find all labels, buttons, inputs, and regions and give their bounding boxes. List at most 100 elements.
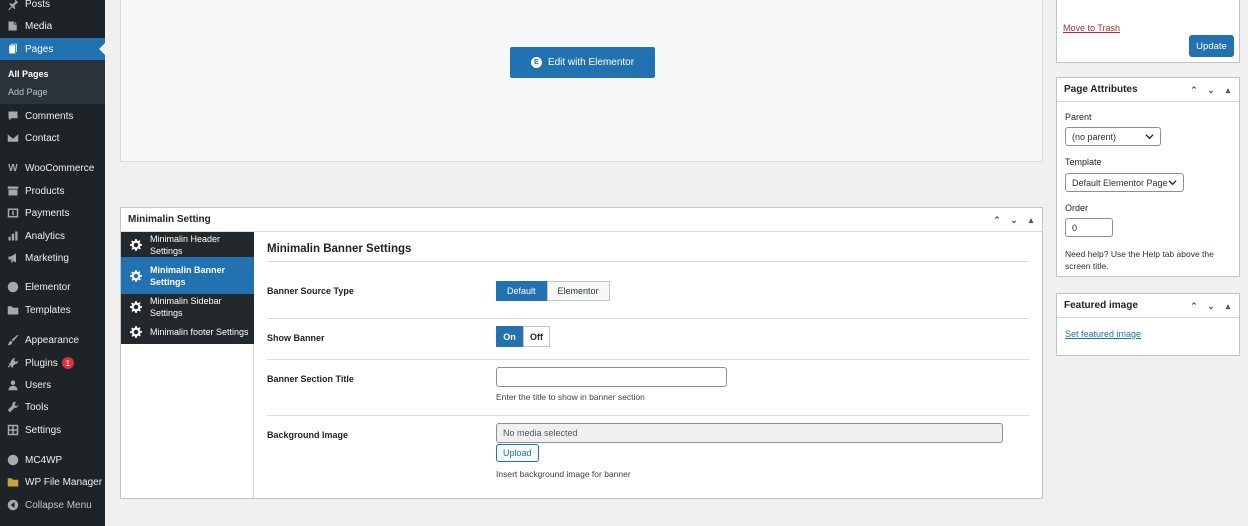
sidebar-item-elementor[interactable]: Elementor bbox=[0, 276, 105, 298]
users-icon bbox=[6, 378, 20, 392]
show-banner-on-button[interactable]: On bbox=[496, 326, 523, 347]
sidebar-item-appearance[interactable]: Appearance bbox=[0, 329, 105, 351]
background-image-description: Insert background image for banner bbox=[496, 469, 631, 479]
plugins-update-badge: 1 bbox=[61, 357, 74, 369]
editor-canvas: E Edit with Elementor bbox=[120, 0, 1043, 162]
sidebar-item-analytics[interactable]: Analytics bbox=[0, 225, 105, 247]
divider bbox=[267, 318, 1029, 319]
parent-select[interactable]: (no parent) bbox=[1065, 127, 1161, 146]
featured-image-title: Featured image bbox=[1064, 300, 1138, 311]
collapse-toggle-icon[interactable]: ▴ bbox=[1026, 215, 1036, 226]
chevron-down-icon bbox=[1145, 134, 1154, 140]
settings-icon bbox=[6, 423, 20, 437]
banner-source-toggle: Default Elementor bbox=[496, 281, 610, 301]
collapse-toggle-icon[interactable]: ▴ bbox=[1223, 301, 1233, 312]
gear-icon bbox=[130, 269, 142, 282]
tab-footer-settings[interactable]: Minimalin footer Settings bbox=[121, 319, 254, 344]
template-select[interactable]: Default Elementor Page bbox=[1065, 173, 1184, 192]
show-banner-off-button[interactable]: Off bbox=[523, 326, 550, 347]
move-down-icon[interactable]: ⌄ bbox=[1206, 85, 1216, 96]
file-manager-icon bbox=[6, 475, 20, 489]
tab-header-settings[interactable]: Minimalin Header Settings bbox=[121, 232, 254, 257]
edit-with-elementor-button[interactable]: E Edit with Elementor bbox=[510, 47, 655, 78]
gear-icon bbox=[130, 300, 142, 313]
collapse-toggle-icon[interactable]: ▴ bbox=[1223, 85, 1233, 96]
set-featured-image-link[interactable]: Set featured image bbox=[1065, 329, 1141, 339]
page-attributes-title: Page Attributes bbox=[1064, 84, 1138, 95]
divider bbox=[267, 359, 1029, 360]
publish-metabox: Move to Trash Update bbox=[1056, 0, 1240, 63]
megaphone-icon bbox=[6, 251, 20, 265]
tab-sidebar-settings[interactable]: Minimalin Sidebar Settings bbox=[121, 294, 254, 319]
sidebar-item-users[interactable]: Users bbox=[0, 374, 105, 396]
template-label: Template bbox=[1065, 157, 1102, 167]
collapse-icon bbox=[6, 498, 20, 512]
move-up-icon[interactable]: ⌃ bbox=[1189, 85, 1199, 96]
sidebar-item-contact[interactable]: Contact bbox=[0, 127, 105, 149]
pin-icon bbox=[6, 0, 20, 11]
page-attributes-header: Page Attributes ⌃ ⌄ ▴ bbox=[1057, 78, 1239, 102]
move-down-icon[interactable]: ⌄ bbox=[1206, 301, 1216, 312]
sidebar-item-products[interactable]: Products bbox=[0, 180, 105, 202]
mail-icon bbox=[6, 131, 20, 145]
tab-banner-settings[interactable]: Minimalin Banner Settings bbox=[121, 257, 254, 294]
media-icon bbox=[6, 19, 20, 33]
show-banner-label: Show Banner bbox=[267, 333, 325, 343]
submenu-add-page[interactable]: Add Page bbox=[8, 87, 48, 97]
featured-image-metabox: Featured image ⌃ ⌄ ▴ Set featured image bbox=[1056, 293, 1240, 356]
sidebar-item-pages[interactable]: Pages bbox=[0, 38, 105, 60]
gear-icon bbox=[130, 238, 142, 251]
sidebar-collapse-menu[interactable]: Collapse Menu bbox=[0, 494, 105, 516]
analytics-icon bbox=[6, 229, 20, 243]
submenu-all-pages[interactable]: All Pages bbox=[8, 69, 49, 79]
sidebar-item-wp-file-manager[interactable]: WP File Manager bbox=[0, 471, 105, 493]
minimalin-setting-metabox: Minimalin Setting ⌃ ⌄ ▴ Minimalin Header… bbox=[120, 207, 1043, 499]
sidebar-item-comments[interactable]: Comments bbox=[0, 105, 105, 127]
upload-button[interactable]: Upload bbox=[496, 444, 539, 462]
payments-icon bbox=[6, 206, 20, 220]
show-banner-switch: On Off bbox=[496, 326, 550, 347]
sidebar-item-marketing[interactable]: Marketing bbox=[0, 247, 105, 269]
banner-section-title-description: Enter the title to show in banner sectio… bbox=[496, 392, 645, 402]
sidebar-item-templates[interactable]: Templates bbox=[0, 299, 105, 321]
sidebar-item-settings[interactable]: Settings bbox=[0, 419, 105, 441]
update-button[interactable]: Update bbox=[1189, 35, 1234, 57]
sidebar-item-payments[interactable]: Payments bbox=[0, 202, 105, 224]
metabox-title: Minimalin Setting bbox=[128, 214, 211, 225]
featured-image-header: Featured image ⌃ ⌄ ▴ bbox=[1057, 294, 1239, 318]
order-input[interactable]: 0 bbox=[1065, 218, 1113, 237]
order-label: Order bbox=[1065, 203, 1089, 213]
sidebar-item-media[interactable]: Media bbox=[0, 15, 105, 37]
sidebar-item-posts[interactable]: Posts bbox=[0, 0, 105, 15]
sidebar-item-woocommerce[interactable]: W WooCommerce bbox=[0, 157, 105, 179]
help-text: Need help? Use the Help tab above the sc… bbox=[1065, 249, 1214, 271]
comments-icon bbox=[6, 109, 20, 123]
background-image-input[interactable] bbox=[496, 423, 1003, 443]
move-up-icon[interactable]: ⌃ bbox=[992, 215, 1002, 226]
pages-submenu: All Pages Add Page bbox=[0, 60, 105, 104]
banner-section-title-input[interactable] bbox=[496, 367, 727, 387]
section-title: Minimalin Banner Settings bbox=[267, 243, 412, 255]
mc4wp-icon bbox=[6, 453, 20, 467]
move-up-icon[interactable]: ⌃ bbox=[1189, 301, 1199, 312]
admin-sidebar: Posts Media Pages All Pages Add Page Com… bbox=[0, 0, 105, 526]
brush-icon bbox=[6, 333, 20, 347]
page-attributes-metabox: Page Attributes ⌃ ⌄ ▴ Parent (no parent)… bbox=[1056, 77, 1240, 277]
sidebar-item-plugins[interactable]: Plugins 1 bbox=[0, 352, 105, 374]
settings-tab-list: Minimalin Header Settings Minimalin Bann… bbox=[121, 232, 254, 498]
plugin-icon bbox=[6, 356, 20, 370]
move-to-trash-link[interactable]: Move to Trash bbox=[1063, 23, 1120, 33]
pages-icon bbox=[6, 42, 20, 56]
banner-source-elementor-button[interactable]: Elementor bbox=[546, 281, 610, 301]
banner-source-default-button[interactable]: Default bbox=[496, 281, 547, 301]
metabox-header: Minimalin Setting ⌃ ⌄ ▴ bbox=[121, 208, 1042, 232]
move-down-icon[interactable]: ⌄ bbox=[1009, 215, 1019, 226]
banner-section-title-label: Banner Section Title bbox=[267, 374, 354, 384]
gear-icon bbox=[130, 325, 142, 338]
sidebar-item-tools[interactable]: Tools bbox=[0, 396, 105, 418]
archive-icon bbox=[6, 184, 20, 198]
parent-label: Parent bbox=[1065, 112, 1092, 122]
elementor-icon bbox=[6, 280, 20, 294]
divider bbox=[267, 415, 1029, 416]
sidebar-item-mc4wp[interactable]: MC4WP bbox=[0, 449, 105, 471]
